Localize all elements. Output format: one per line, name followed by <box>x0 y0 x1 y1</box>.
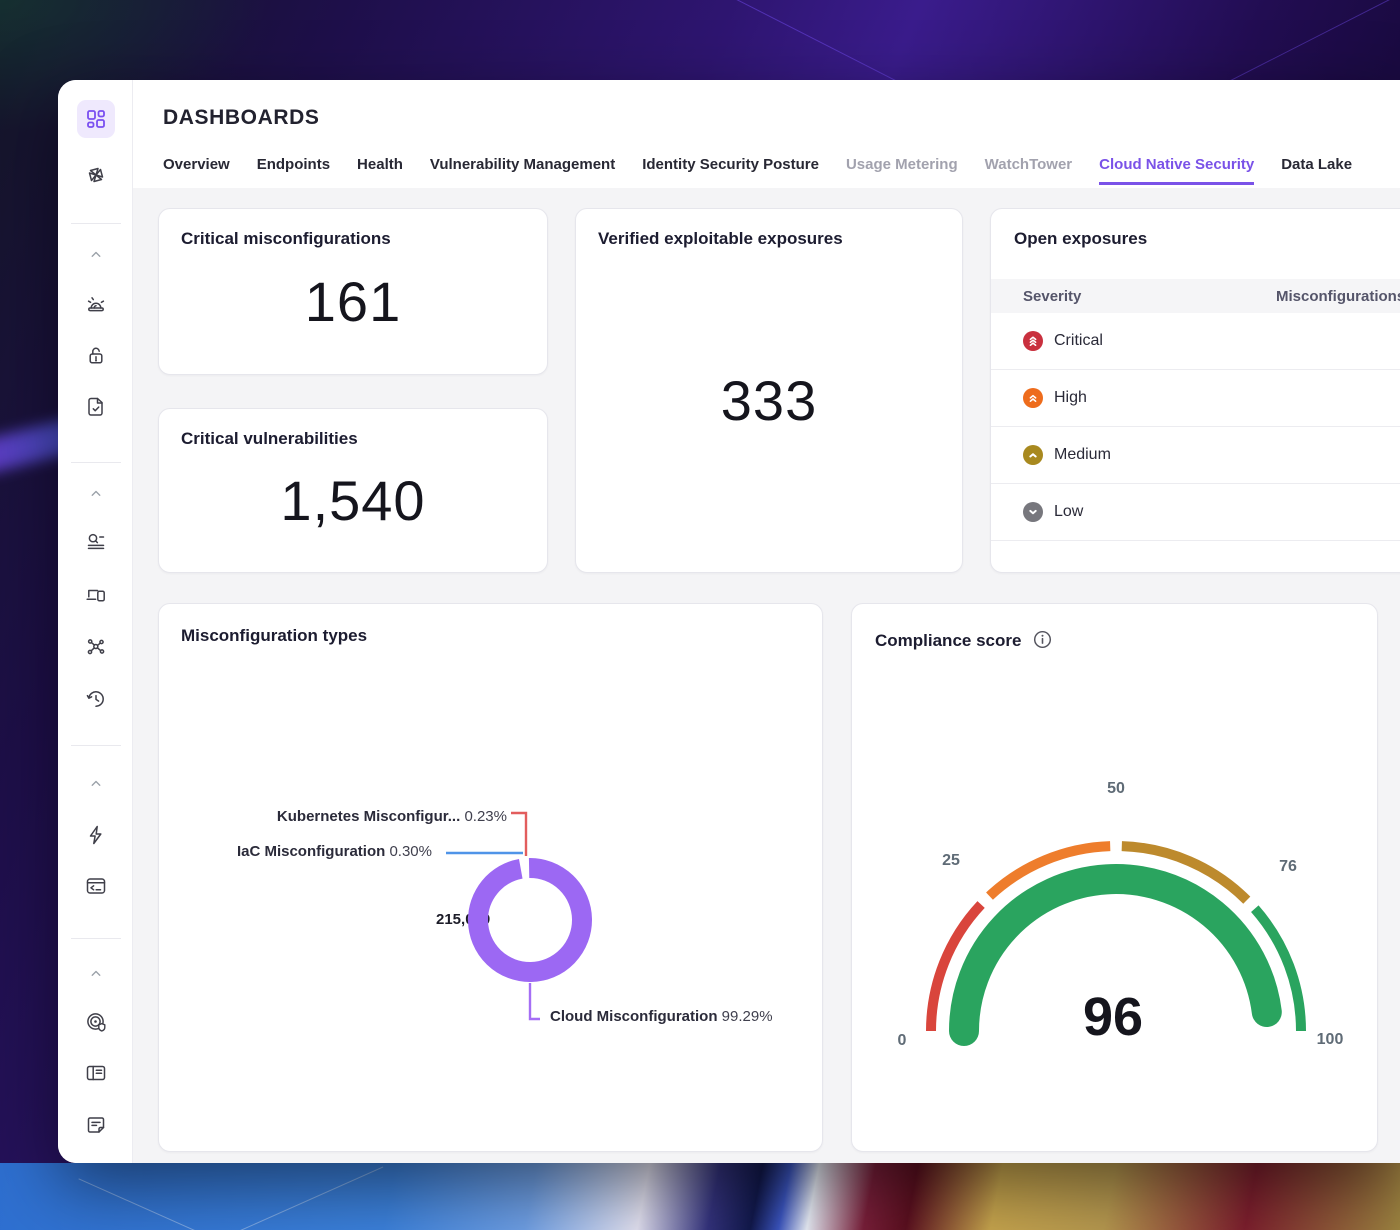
devices-icon <box>84 583 108 607</box>
chevron-up-icon <box>87 964 105 982</box>
card-title: Critical misconfigurations <box>181 229 525 249</box>
severity-row-low[interactable]: Low <box>991 484 1400 541</box>
wallpaper-hex-line <box>78 1178 261 1230</box>
column-severity: Severity <box>991 288 1081 305</box>
card-verified-exploitable-exposures: Verified exploitable exposures 333 <box>575 208 963 573</box>
tab-cloud-native-security[interactable]: Cloud Native Security <box>1099 156 1254 185</box>
sidebar-item-history[interactable] <box>84 687 108 711</box>
layout-table-icon <box>84 1061 108 1085</box>
critical-vulnerabilities-value: 1,540 <box>181 449 525 552</box>
dashboard-tabs: Overview Endpoints Health Vulnerability … <box>163 156 1352 185</box>
chevron-up-icon <box>87 245 105 263</box>
history-clock-icon <box>84 687 108 711</box>
tab-health[interactable]: Health <box>357 156 403 185</box>
compliance-gauge-chart: 0 25 50 76 100 96 <box>876 769 1356 1069</box>
sidebar-item-dashboards[interactable] <box>77 100 115 138</box>
tab-data-lake[interactable]: Data Lake <box>1281 156 1352 185</box>
tab-endpoints[interactable]: Endpoints <box>257 156 330 185</box>
tab-overview[interactable]: Overview <box>163 156 230 185</box>
tab-vulnerability-management[interactable]: Vulnerability Management <box>430 156 615 185</box>
sidebar-item-devices[interactable] <box>84 583 108 607</box>
gauge-tick-50: 50 <box>1107 780 1125 797</box>
sidebar-item-singularity[interactable] <box>84 163 108 187</box>
sidebar-item-exposures[interactable] <box>84 344 108 368</box>
sidebar-item-graph[interactable] <box>84 635 108 659</box>
severity-label: High <box>1054 389 1087 407</box>
page-title: DASHBOARDS <box>163 106 320 130</box>
sidebar-collapse-group-4[interactable] <box>87 964 105 982</box>
card-critical-misconfigurations: Critical misconfigurations 161 <box>158 208 548 375</box>
sidebar <box>58 80 133 1163</box>
compliance-score-title: Compliance score <box>875 631 1021 650</box>
misconfiguration-donut-chart <box>390 780 670 1060</box>
severity-high-icon <box>1023 388 1043 408</box>
card-title: Compliance score <box>875 630 1052 651</box>
gauge-tick-76: 76 <box>1279 858 1297 875</box>
card-misconfiguration-types: Misconfiguration types Kubernetes Miscon… <box>158 603 823 1152</box>
card-title: Critical vulnerabilities <box>181 429 525 449</box>
tab-usage-metering[interactable]: Usage Metering <box>846 156 958 185</box>
card-critical-vulnerabilities: Critical vulnerabilities 1,540 <box>158 408 548 573</box>
card-title: Misconfiguration types <box>181 626 367 646</box>
critical-misconfigurations-value: 161 <box>181 249 525 354</box>
terminal-console-icon <box>84 874 108 898</box>
sidebar-item-terminal[interactable] <box>84 874 108 898</box>
radar-shield-icon <box>84 1010 108 1034</box>
severity-row-high[interactable]: High <box>991 370 1400 427</box>
wallpaper-hex-line <box>237 1167 384 1230</box>
sidebar-item-alerts[interactable] <box>84 292 108 316</box>
info-icon[interactable] <box>1033 630 1052 649</box>
desktop: DASHBOARDS Overview Endpoints Health Vul… <box>0 0 1400 1230</box>
note-document-icon <box>84 1113 108 1137</box>
severity-label: Critical <box>1054 332 1103 350</box>
gauge-tick-0: 0 <box>898 1032 907 1049</box>
sidebar-divider <box>71 938 121 939</box>
sidebar-collapse-group-2[interactable] <box>87 484 105 502</box>
lock-alert-icon <box>84 344 108 368</box>
gauge-value: 96 <box>1083 987 1143 1047</box>
sidebar-collapse-group-1[interactable] <box>87 245 105 263</box>
gauge-tick-25: 25 <box>942 852 960 869</box>
sidebar-divider <box>71 745 121 746</box>
chevron-up-icon <box>87 484 105 502</box>
severity-critical-icon <box>1023 331 1043 351</box>
tab-identity-security-posture[interactable]: Identity Security Posture <box>642 156 819 185</box>
sidebar-divider <box>71 462 121 463</box>
gauge-tick-100: 100 <box>1317 1031 1344 1048</box>
open-exposures-table-header: Severity Misconfigurations <box>991 279 1400 313</box>
sidebar-item-compliance[interactable] <box>84 395 108 419</box>
severity-label: Medium <box>1054 446 1111 464</box>
document-check-icon <box>84 395 108 419</box>
severity-low-icon <box>1023 502 1043 522</box>
severity-medium-icon <box>1023 445 1043 465</box>
severity-row-medium[interactable]: Medium <box>991 427 1400 484</box>
sidebar-divider <box>71 223 121 224</box>
card-open-exposures: Open exposures Severity Misconfiguration… <box>990 208 1400 573</box>
chevron-up-icon <box>87 774 105 792</box>
card-compliance-score: Compliance score 0 25 50 76 100 96 <box>851 603 1378 1152</box>
column-misconfigurations: Misconfigurations <box>1276 288 1400 305</box>
pinwheel-icon <box>84 163 108 187</box>
wallpaper-bottom-streaks <box>0 1163 1400 1230</box>
card-title: Verified exploitable exposures <box>598 229 940 249</box>
sidebar-item-reports[interactable] <box>84 1061 108 1085</box>
severity-label: Low <box>1054 503 1083 521</box>
sidebar-item-radar[interactable] <box>84 1010 108 1034</box>
sidebar-item-notes[interactable] <box>84 1113 108 1137</box>
network-graph-icon <box>84 635 108 659</box>
sidebar-item-actions[interactable] <box>84 823 108 847</box>
severity-row-critical[interactable]: Critical <box>991 313 1400 370</box>
sidebar-item-inventory[interactable] <box>84 530 108 554</box>
tab-watchtower[interactable]: WatchTower <box>985 156 1073 185</box>
dashboards-grid-icon <box>84 107 108 131</box>
verified-exploitable-exposures-value: 333 <box>598 249 940 552</box>
lightning-icon <box>84 823 108 847</box>
app-window: DASHBOARDS Overview Endpoints Health Vul… <box>58 80 1400 1163</box>
inventory-search-icon <box>84 530 108 554</box>
sidebar-collapse-group-3[interactable] <box>87 774 105 792</box>
siren-icon <box>84 292 108 316</box>
card-title: Open exposures <box>1014 229 1147 249</box>
